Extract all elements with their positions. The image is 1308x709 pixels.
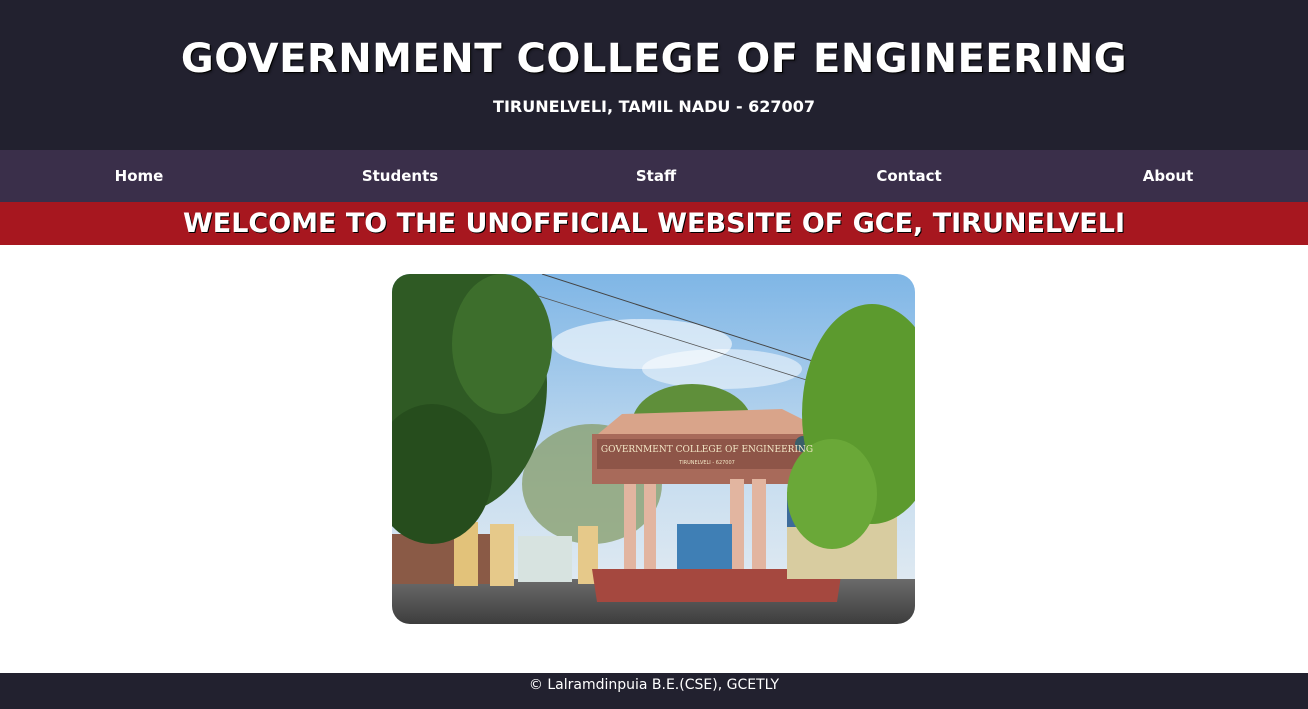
welcome-banner: WELCOME TO THE UNOFFICIAL WEBSITE OF GCE… <box>0 202 1308 245</box>
nav-item-students[interactable]: Students <box>362 150 438 202</box>
nav-item-about[interactable]: About <box>1143 150 1194 202</box>
nav-item-contact[interactable]: Contact <box>876 150 941 202</box>
gate-sign-text: GOVERNMENT COLLEGE OF ENGINEERING <box>601 445 813 455</box>
nav-item-home[interactable]: Home <box>115 150 164 202</box>
site-subtitle: TIRUNELVELI, TAMIL NADU - 627007 <box>493 97 815 116</box>
gate-subsign-text: TIRUNELVELI - 627007 <box>678 460 735 466</box>
site-footer: © Lalramdinpuia B.E.(CSE), GCETLY <box>0 673 1308 709</box>
site-title: GOVERNMENT COLLEGE OF ENGINEERING <box>180 36 1128 82</box>
main-nav: Home Students Staff Contact About <box>0 150 1308 202</box>
nav-item-staff[interactable]: Staff <box>636 150 676 202</box>
site-header: GOVERNMENT COLLEGE OF ENGINEERING TIRUNE… <box>0 0 1308 150</box>
footer-copyright: © Lalramdinpuia B.E.(CSE), GCETLY <box>528 677 780 693</box>
college-gate-photo: GOVERNMENT COLLEGE OF ENGINEERING TIRUNE… <box>392 274 915 624</box>
